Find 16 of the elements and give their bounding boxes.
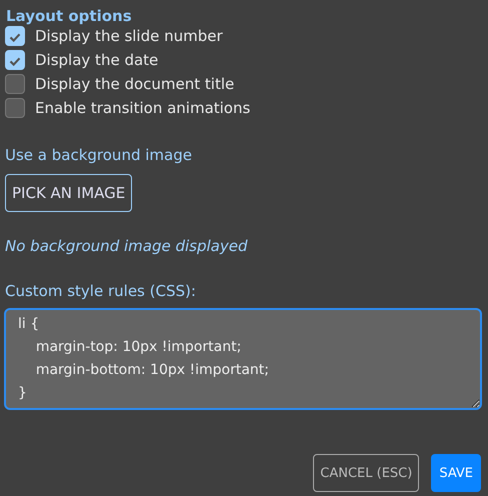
checkbox-label: Display the slide number: [35, 27, 223, 45]
pick-image-button[interactable]: PICK AN IMAGE: [5, 174, 132, 212]
background-image-label: Use a background image: [4, 146, 193, 164]
css-input-field[interactable]: li { margin-top: 10px !important; margin-bottom: 10px !important; }: [4, 308, 482, 410]
section-title: Layout options: [5, 6, 133, 26]
checkbox[interactable]: [5, 26, 25, 46]
checkbox-label: Enable transition animations: [35, 99, 250, 117]
css-label: Custom style rules (CSS):: [4, 282, 197, 300]
cancel-button[interactable]: CANCEL (ESC): [313, 454, 420, 492]
checkbox[interactable]: [5, 50, 25, 70]
background-status-text: No background image displayed: [4, 237, 248, 255]
checkbox-label: Display the date: [35, 51, 158, 69]
save-button[interactable]: SAVE: [431, 454, 481, 492]
checkbox[interactable]: [5, 74, 25, 94]
checkbox[interactable]: [5, 98, 25, 118]
checkbox-label: Display the document title: [35, 75, 234, 93]
